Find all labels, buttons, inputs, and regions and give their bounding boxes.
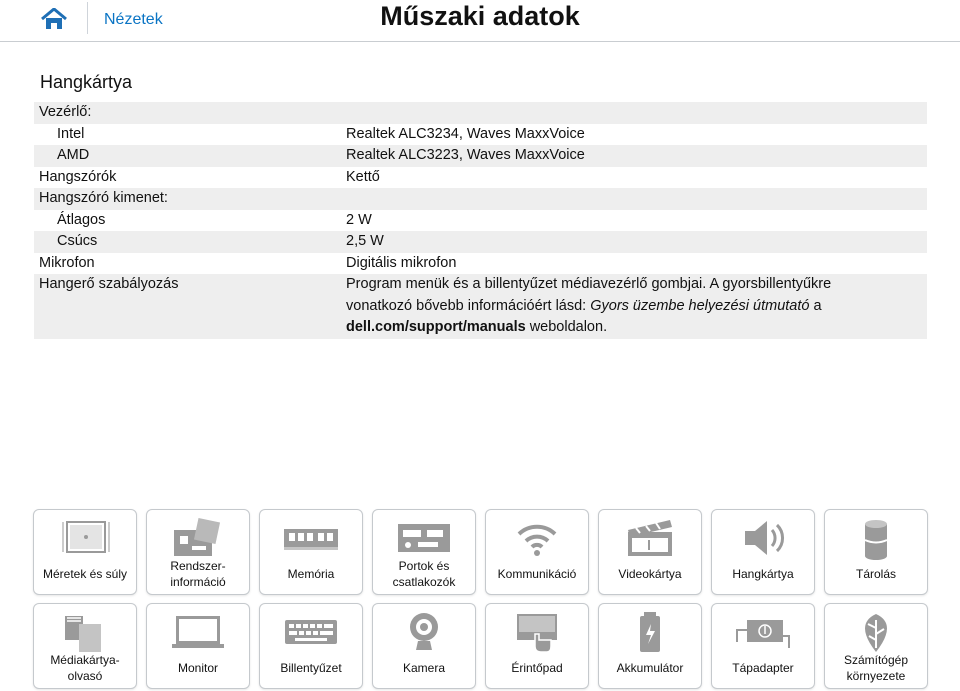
- spec-value: Digitális mikrofon: [346, 254, 457, 271]
- monitor-icon: [168, 610, 228, 654]
- spec-value: [346, 188, 927, 210]
- nav-tile[interactable]: Monitor: [146, 603, 250, 689]
- tile-label: Tápadapter: [732, 661, 794, 675]
- tile-label: Rendszer-információ: [170, 559, 226, 589]
- nav-tile[interactable]: Kamera: [372, 603, 476, 689]
- tile-label: Kommunikáció: [497, 567, 577, 581]
- tile-label: Számítógép környezete: [843, 653, 909, 683]
- section-title: Hangkártya: [40, 72, 133, 92]
- clapperboard-icon: [620, 516, 680, 560]
- nav-tile[interactable]: Videokártya: [598, 509, 702, 595]
- quick-start-guide-title: Gyors üzembe helyezési útmutató: [590, 297, 810, 314]
- spec-label: Átlagos: [57, 211, 106, 228]
- spec-value: Realtek ALC3234, Waves MaxxVoice: [346, 125, 585, 142]
- system-board-icon: [168, 516, 228, 560]
- page-title: Műszaki adatok: [380, 1, 580, 31]
- spec-table: Vezérlő: Intel Realtek ALC3234, Waves Maxx…: [34, 102, 927, 339]
- tile-label: Hangkártya: [732, 567, 794, 581]
- tile-label: Videokártya: [618, 567, 682, 581]
- spec-label: Intel: [57, 125, 85, 142]
- nav-tile[interactable]: Médiakártya-olvasó: [33, 603, 137, 689]
- spec-value: Program menük és a billentyűzet médiavez…: [346, 274, 927, 339]
- spec-label: Hangszóró kimenet:: [39, 190, 168, 206]
- nav-tile[interactable]: Tápadapter: [711, 603, 815, 689]
- spec-row: Hangszórók Kettő: [34, 167, 927, 189]
- spec-label: Hangszórók: [39, 168, 117, 185]
- storage-icon: [846, 516, 906, 560]
- nav-tile[interactable]: Portok és csatlakozók: [372, 509, 476, 595]
- spec-row: Vezérlő:: [34, 102, 927, 124]
- wifi-icon: [507, 516, 567, 560]
- tile-label: Monitor: [177, 661, 218, 675]
- spec-value: [346, 102, 927, 124]
- media-card-icon: [55, 610, 115, 654]
- keyboard-icon: [281, 610, 341, 654]
- spec-label: AMD: [57, 147, 90, 163]
- nav-tile[interactable]: Rendszer-információ: [146, 509, 250, 595]
- dimensions-icon: [55, 516, 115, 560]
- nav-tile[interactable]: Memória: [259, 509, 363, 595]
- nav-tile[interactable]: Tárolás: [824, 509, 928, 595]
- touchpad-icon: [507, 610, 567, 654]
- tile-label: Érintőpad: [511, 661, 563, 675]
- spec-row: Mikrofon Digitális mikrofon: [34, 253, 927, 275]
- nav-tile[interactable]: Hangkártya: [711, 509, 815, 595]
- volume-text-2: a: [809, 297, 822, 314]
- spec-label: Vezérlő:: [39, 104, 92, 120]
- tile-label: Méretek és súly: [42, 567, 128, 581]
- speaker-icon: [733, 516, 793, 560]
- nav-tile[interactable]: Érintőpad: [485, 603, 589, 689]
- battery-icon: [620, 610, 680, 654]
- camera-icon: [394, 610, 454, 654]
- nav-tile[interactable]: Billentyűzet: [259, 603, 363, 689]
- nav-tile[interactable]: Méretek és súly: [33, 509, 137, 595]
- tile-label: Kamera: [402, 661, 446, 675]
- spec-label: Csúcs: [57, 233, 98, 249]
- tile-label: Billentyűzet: [280, 661, 342, 675]
- spec-value: 2,5 W: [346, 233, 384, 249]
- tile-label: Médiakártya-olvasó: [50, 653, 120, 683]
- tile-label: Portok és csatlakozók: [392, 559, 456, 589]
- tile-label: Memória: [287, 567, 335, 581]
- spec-row-volume: Hangerő szabályozás Program menük és a b…: [34, 274, 927, 339]
- nav-tile[interactable]: Számítógép környezete: [824, 603, 928, 689]
- top-bar: Nézetek Műszaki adatok: [0, 0, 960, 42]
- environment-icon: [846, 610, 906, 654]
- spec-row: Hangszóró kimenet:: [34, 188, 927, 210]
- spec-value: 2 W: [346, 211, 372, 228]
- spec-label: Mikrofon: [39, 254, 95, 271]
- nav-tile[interactable]: Akkumulátor: [598, 603, 702, 689]
- power-adapter-icon: [733, 610, 793, 654]
- spec-row: Átlagos 2 W: [34, 210, 927, 232]
- tile-label: Tárolás: [855, 567, 896, 581]
- volume-text-3: weboldalon.: [525, 319, 608, 335]
- spec-value: Realtek ALC3223, Waves MaxxVoice: [346, 147, 585, 163]
- spec-row: AMD Realtek ALC3223, Waves MaxxVoice: [34, 145, 927, 167]
- nav-tile[interactable]: Kommunikáció: [485, 509, 589, 595]
- header-rule: [0, 41, 960, 42]
- tile-label: Akkumulátor: [616, 661, 684, 675]
- ports-icon: [394, 516, 454, 560]
- spec-value: Kettő: [346, 168, 380, 185]
- spec-row: Intel Realtek ALC3234, Waves MaxxVoice: [34, 124, 927, 146]
- spec-row: Csúcs 2,5 W: [34, 231, 927, 253]
- spec-label: Hangerő szabályozás: [39, 276, 179, 292]
- memory-icon: [281, 516, 341, 560]
- support-url: dell.com/support/manuals: [346, 319, 526, 335]
